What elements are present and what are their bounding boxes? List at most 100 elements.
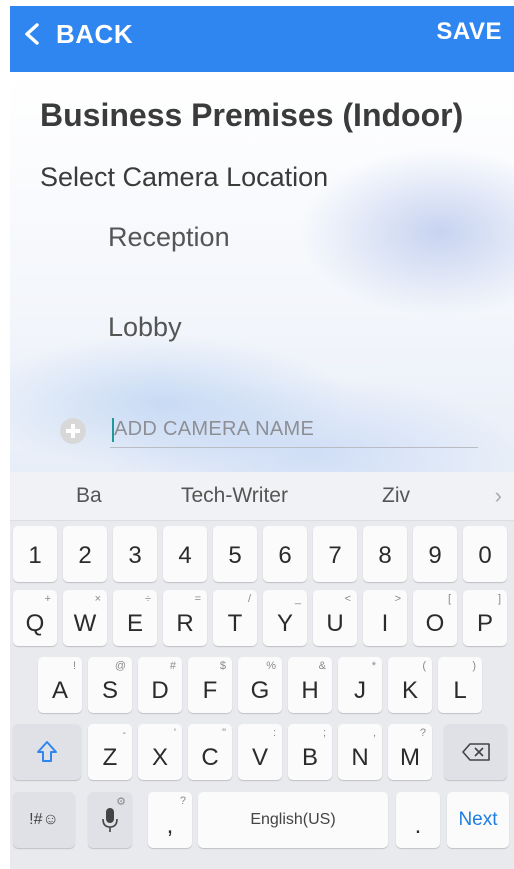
key-a[interactable]: ! A [38, 657, 82, 713]
backspace-key[interactable] [444, 724, 507, 780]
key-label: J [354, 677, 366, 704]
key-d[interactable]: # D [138, 657, 182, 713]
key-sub-label: ! [72, 660, 76, 672]
key-sub-label: ' [173, 727, 176, 739]
key-x[interactable]: ' X [138, 724, 182, 780]
key-9[interactable]: 9 [413, 526, 457, 582]
back-button[interactable]: BACK [22, 6, 133, 62]
key-label: R [176, 610, 194, 637]
suggestion-1[interactable]: Ba [76, 472, 102, 520]
app-screen: BACK SAVE Business Premises (Indoor) Sel… [0, 0, 514, 869]
key-sub-label: , [372, 727, 376, 739]
key-1[interactable]: 1 [13, 526, 57, 582]
chevron-right-icon[interactable]: › [495, 472, 502, 520]
key-7[interactable]: 7 [313, 526, 357, 582]
key-e[interactable]: ÷ E [113, 590, 157, 646]
key-sub-label: & [318, 660, 326, 672]
key-label: 5 [228, 542, 242, 569]
comma-key[interactable]: ? , [148, 792, 192, 848]
period-key[interactable]: . [396, 792, 440, 848]
key-sub-label: = [194, 593, 201, 605]
symbols-label: !#☺ [29, 811, 59, 828]
key-b[interactable]: ; B [288, 724, 332, 780]
key-v[interactable]: :V [238, 724, 282, 780]
key-label: 0 [478, 542, 492, 569]
key-sub-label: ? [179, 795, 186, 807]
key-j[interactable]: * J [338, 657, 382, 713]
key-sub-label: _ [294, 593, 301, 605]
key-label: O [425, 610, 445, 637]
key-w[interactable]: × W [63, 590, 107, 646]
key-u[interactable]: < U [313, 590, 357, 646]
key-y[interactable]: _ Y [263, 590, 307, 646]
key-2[interactable]: 2 [63, 526, 107, 582]
location-item-lobby[interactable]: Lobby [108, 312, 182, 343]
key-n[interactable]: ,N [338, 724, 382, 780]
key-sub-label: * [371, 660, 376, 672]
key-k[interactable]: (K [388, 657, 432, 713]
key-4[interactable]: 4 [163, 526, 207, 582]
key-sub-label: × [94, 593, 101, 605]
key-sub-label: > [394, 593, 401, 605]
key-s[interactable]: @ S [88, 657, 132, 713]
key-label: M [400, 744, 420, 771]
key-5[interactable]: 5 [213, 526, 257, 582]
settings-gear-icon: ⚙ [116, 796, 126, 808]
key-label: Z [102, 744, 118, 771]
key-sub-label: ? [419, 727, 426, 739]
key-q[interactable]: + Q [13, 590, 57, 646]
symbols-key[interactable]: !#☺ [13, 792, 75, 848]
key-label: V [251, 744, 268, 771]
key-h[interactable]: & H [288, 657, 332, 713]
key-sub-label: ÷ [144, 593, 151, 605]
space-key[interactable]: English(US) [198, 792, 388, 848]
add-circle-icon[interactable] [60, 418, 86, 444]
save-button[interactable]: SAVE [436, 6, 502, 58]
key-sub-label: ( [422, 660, 426, 672]
key-label: , [166, 812, 174, 839]
key-l[interactable]: ) L [438, 657, 482, 713]
key-p[interactable]: ] P [463, 590, 507, 646]
text-cursor [112, 418, 114, 442]
key-3[interactable]: 3 [113, 526, 157, 582]
key-f[interactable]: $ F [188, 657, 232, 713]
microphone-key[interactable]: ⚙ [88, 792, 132, 848]
key-label: 3 [128, 542, 142, 569]
location-item-reception[interactable]: Reception [108, 222, 230, 253]
suggestion-3[interactable]: Ziv [382, 472, 410, 520]
add-camera-name-input[interactable] [110, 412, 478, 448]
key-8[interactable]: 8 [363, 526, 407, 582]
back-label: BACK [56, 18, 134, 49]
next-label: Next [458, 809, 498, 830]
key-label: I [381, 610, 389, 637]
key-label: N [351, 744, 369, 771]
key-sub-label: # [169, 660, 176, 672]
key-6[interactable]: 6 [263, 526, 307, 582]
key-o[interactable]: [O [413, 590, 457, 646]
key-label: A [51, 677, 68, 704]
key-sub-label: % [266, 660, 276, 672]
key-sub-label: " [222, 727, 226, 739]
key-z[interactable]: -Z [88, 724, 132, 780]
backspace-icon [444, 724, 507, 780]
next-key[interactable]: Next [447, 792, 509, 848]
key-label: 7 [328, 542, 342, 569]
shift-key[interactable] [13, 724, 81, 780]
key-label: 1 [28, 542, 42, 569]
key-t[interactable]: / T [213, 590, 257, 646]
soft-keyboard: Ba Tech-Writer Ziv › 1 2 3 4 5 6 7 8 9 0… [10, 472, 514, 869]
key-i[interactable]: > I [363, 590, 407, 646]
key-label: D [151, 677, 169, 704]
key-sub-label: + [44, 593, 51, 605]
key-r[interactable]: = R [163, 590, 207, 646]
key-label: 9 [428, 542, 442, 569]
key-m[interactable]: ? M [388, 724, 432, 780]
shift-arrow-icon [13, 724, 81, 780]
suggestion-2[interactable]: Tech-Writer [181, 472, 288, 520]
key-sub-label: @ [114, 660, 126, 672]
key-label: L [453, 677, 467, 704]
key-label: W [73, 610, 97, 637]
key-0[interactable]: 0 [463, 526, 507, 582]
key-c[interactable]: " C [188, 724, 232, 780]
key-g[interactable]: % G [238, 657, 282, 713]
